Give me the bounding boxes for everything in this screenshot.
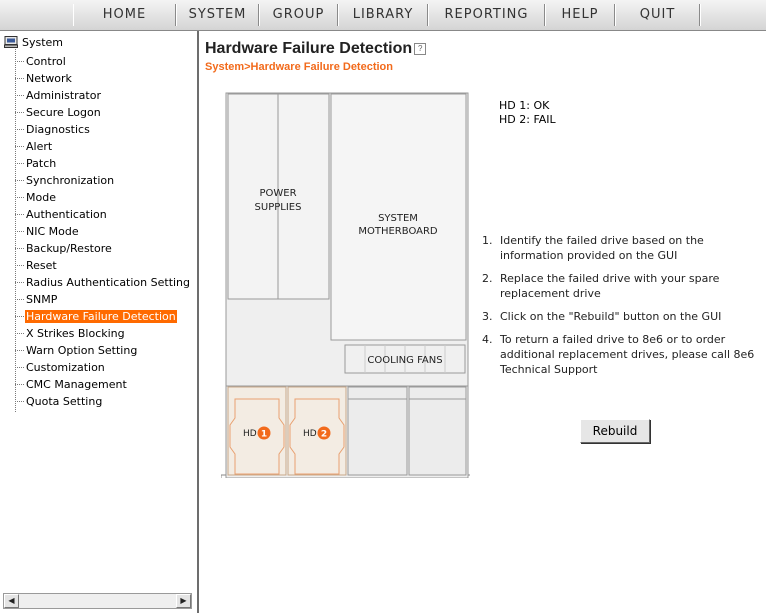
sidebar-item-control[interactable]: Control — [15, 53, 67, 70]
instruction-item: 4. To return a failed drive to 8e6 or to … — [482, 332, 762, 377]
hd2-label: HD — [303, 429, 317, 439]
cooling-fans-label: COOLING FANS — [367, 355, 442, 366]
instruction-number: 4. — [482, 333, 493, 346]
menu-quit[interactable]: QUIT — [615, 4, 700, 26]
drive-status: HD 1: OK HD 2: FAIL — [499, 99, 556, 127]
menu-system[interactable]: SYSTEM — [176, 4, 259, 26]
sidebar-item-hardware-failure-detection[interactable]: Hardware Failure Detection — [15, 308, 177, 325]
sidebar-item-secure-logon[interactable]: Secure Logon — [15, 104, 102, 121]
sidebar-item-label: Authentication — [26, 208, 107, 221]
sidebar-item-quota-setting[interactable]: Quota Setting — [15, 393, 103, 410]
menu-help[interactable]: HELP — [545, 4, 615, 26]
sidebar-item-customization[interactable]: Customization — [15, 359, 106, 376]
sidebar-item-mode[interactable]: Mode — [15, 189, 57, 206]
sidebar-item-patch[interactable]: Patch — [15, 155, 57, 172]
sidebar-item-label: NIC Mode — [26, 225, 79, 238]
tree-root-system[interactable]: System — [4, 35, 63, 51]
sidebar-item-alert[interactable]: Alert — [15, 138, 53, 155]
sidebar-item-label: Alert — [26, 140, 53, 153]
instruction-number: 2. — [482, 272, 493, 285]
sidebar-item-label: Secure Logon — [26, 106, 101, 119]
page-title: Hardware Failure Detection? — [205, 40, 427, 58]
menu-library[interactable]: LIBRARY — [338, 4, 428, 26]
instruction-text: Click on the "Rebuild" button on the GUI — [500, 310, 722, 323]
sidebar-item-diagnostics[interactable]: Diagnostics — [15, 121, 91, 138]
instructions-list: 1. Identify the failed drive based on the… — [482, 233, 762, 385]
sidebar-item-radius-authentication-setting[interactable]: Radius Authentication Setting — [15, 274, 191, 291]
hd2-status: HD 2: FAIL — [499, 113, 556, 126]
sidebar: System Control Network Administrator Secure… — [0, 31, 199, 613]
sidebar-item-label: Backup/Restore — [26, 242, 112, 255]
help-icon[interactable]: ? — [414, 43, 427, 55]
sidebar-item-label: CMC Management — [26, 378, 127, 391]
arrow-left-icon[interactable]: ◀ — [4, 594, 19, 608]
menu-home[interactable]: HOME — [73, 4, 176, 26]
sidebar-item-label: Network — [26, 72, 72, 85]
horizontal-scrollbar[interactable]: ◀ ▶ — [3, 593, 192, 609]
sidebar-item-reset[interactable]: Reset — [15, 257, 58, 274]
arrow-right-icon[interactable]: ▶ — [176, 594, 191, 608]
sidebar-item-label: Synchronization — [26, 174, 115, 187]
instruction-text: Identify the failed drive based on the i… — [500, 234, 704, 262]
hd2-number: 2 — [321, 430, 327, 440]
empty-bay-3 — [347, 386, 408, 476]
instruction-text: To return a failed drive to 8e6 or to or… — [500, 333, 755, 376]
hd1-status: HD 1: OK — [499, 99, 550, 112]
instruction-number: 3. — [482, 310, 493, 323]
sidebar-item-label: Patch — [26, 157, 57, 170]
sidebar-item-label: Diagnostics — [26, 123, 90, 136]
sidebar-item-warn-option-setting[interactable]: Warn Option Setting — [15, 342, 138, 359]
chassis-diagram: POWER SUPPLIES SYSTEM MOTHERBOARD COOLIN… — [221, 92, 470, 478]
sidebar-item-label: Administrator — [26, 89, 101, 102]
breadcrumb: System>Hardware Failure Detection — [205, 61, 393, 73]
instruction-text: Replace the failed drive with your spare… — [500, 272, 720, 300]
motherboard-label-1: SYSTEM — [378, 213, 418, 224]
top-menu-bar: HOME SYSTEM GROUP LIBRARY REPORTING HELP… — [0, 0, 766, 31]
sidebar-item-synchronization[interactable]: Synchronization — [15, 172, 115, 189]
sidebar-item-network[interactable]: Network — [15, 70, 73, 87]
rebuild-button[interactable]: Rebuild — [580, 419, 650, 443]
sidebar-item-label: Control — [26, 55, 66, 68]
navigation-tree: System Control Network Administrator Secure… — [4, 35, 194, 591]
power-supplies-label-2: SUPPLIES — [255, 202, 302, 213]
sidebar-item-authentication[interactable]: Authentication — [15, 206, 108, 223]
page-title-text: Hardware Failure Detection — [205, 40, 413, 57]
sidebar-item-backup-restore[interactable]: Backup/Restore — [15, 240, 113, 257]
hd1-number: 1 — [261, 430, 267, 440]
hd1-bay — [227, 386, 287, 476]
power-supplies-label-1: POWER — [259, 188, 296, 199]
sidebar-item-label: Mode — [26, 191, 56, 204]
hd1-label: HD — [243, 429, 257, 439]
sidebar-item-label: Reset — [26, 259, 57, 272]
tree-root-label: System — [22, 36, 64, 49]
sidebar-item-label: X Strikes Blocking — [26, 327, 125, 340]
menu-spacer — [700, 4, 760, 26]
sidebar-item-nic-mode[interactable]: NIC Mode — [15, 223, 80, 240]
computer-icon — [4, 36, 18, 48]
sidebar-item-label: Hardware Failure Detection — [25, 310, 177, 323]
sidebar-item-label: Radius Authentication Setting — [26, 276, 191, 289]
sidebar-item-label: Customization — [26, 361, 105, 374]
instruction-number: 1. — [482, 234, 493, 247]
instruction-item: 3. Click on the "Rebuild" button on the G… — [482, 309, 762, 324]
menu-reporting[interactable]: REPORTING — [428, 4, 545, 26]
menu-group[interactable]: GROUP — [259, 4, 338, 26]
instruction-item: 1. Identify the failed drive based on the… — [482, 233, 762, 263]
sidebar-item-cmc-management[interactable]: CMC Management — [15, 376, 128, 393]
empty-bay-4 — [408, 386, 467, 476]
sidebar-item-x-strikes-blocking[interactable]: X Strikes Blocking — [15, 325, 126, 342]
motherboard-label-2: MOTHERBOARD — [358, 226, 438, 237]
hd2-bay — [287, 386, 347, 476]
sidebar-item-snmp[interactable]: SNMP — [15, 291, 58, 308]
sidebar-item-label: Quota Setting — [26, 395, 103, 408]
sidebar-item-label: SNMP — [26, 293, 58, 306]
sidebar-item-label: Warn Option Setting — [26, 344, 138, 357]
sidebar-item-administrator[interactable]: Administrator — [15, 87, 102, 104]
instruction-item: 2. Replace the failed drive with your spa… — [482, 271, 762, 301]
